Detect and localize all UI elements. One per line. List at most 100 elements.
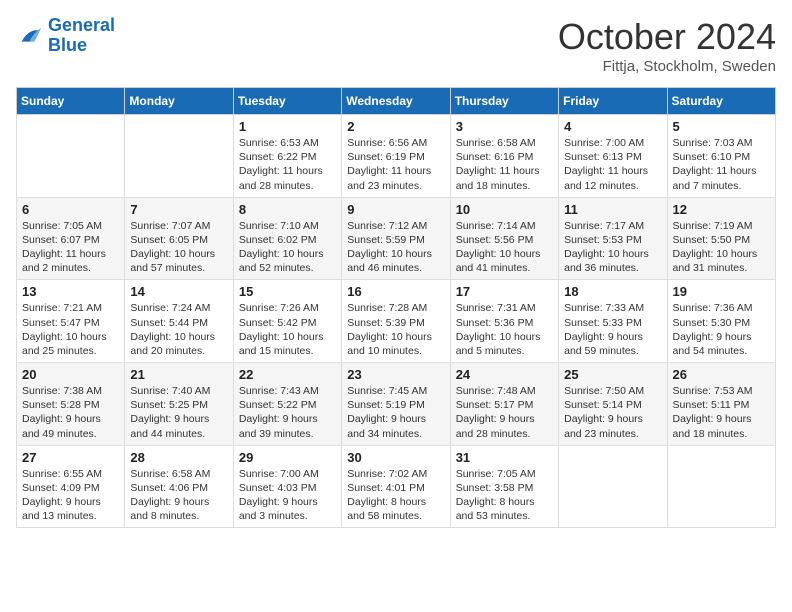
header-row: SundayMondayTuesdayWednesdayThursdayFrid… <box>17 88 776 115</box>
day-cell: 16Sunrise: 7:28 AM Sunset: 5:39 PM Dayli… <box>342 280 450 363</box>
day-number: 22 <box>239 367 336 382</box>
day-number: 26 <box>673 367 770 382</box>
week-row-5: 27 Sunrise: 6:55 AM Sunset: 4:09 PM Dayli… <box>17 445 776 528</box>
day-detail: Sunrise: 7:53 AM Sunset: 5:11 PM Dayligh… <box>673 384 770 441</box>
week-row-4: 20 Sunrise: 7:38 AM Sunset: 5:28 PM Dayli… <box>17 363 776 446</box>
day-cell: 4Sunrise: 7:00 AM Sunset: 6:13 PM Daylig… <box>559 115 667 198</box>
header-cell-monday: Monday <box>125 88 233 115</box>
day-number: 21 <box>130 367 227 382</box>
day-detail: Sunrise: 7:43 AM Sunset: 5:22 PM Dayligh… <box>239 384 336 441</box>
day-detail: Sunrise: 6:58 AM Sunset: 4:06 PM Dayligh… <box>130 467 227 524</box>
day-number: 20 <box>22 367 119 382</box>
day-number: 31 <box>456 450 553 465</box>
calendar-table: SundayMondayTuesdayWednesdayThursdayFrid… <box>16 87 776 528</box>
day-cell: 21Sunrise: 7:40 AM Sunset: 5:25 PM Dayli… <box>125 363 233 446</box>
day-cell: 30 Sunrise: 7:02 AM Sunset: 4:01 PM Dayli… <box>342 445 450 528</box>
day-cell: 17 Sunrise: 7:31 AM Sunset: 5:36 PM Dayli… <box>450 280 558 363</box>
day-detail: Sunrise: 7:26 AM Sunset: 5:42 PM Dayligh… <box>239 301 336 358</box>
day-cell: 1 Sunrise: 6:53 AM Sunset: 6:22 PM Daylig… <box>233 115 341 198</box>
logo-text: General Blue <box>48 16 115 56</box>
day-number: 8 <box>239 202 336 217</box>
day-detail: Sunrise: 7:31 AM Sunset: 5:36 PM Dayligh… <box>456 301 553 358</box>
logo: General Blue <box>16 16 115 56</box>
day-detail: Sunrise: 7:36 AM Sunset: 5:30 PM Dayligh… <box>673 301 770 358</box>
day-cell <box>559 445 667 528</box>
day-cell: 20 Sunrise: 7:38 AM Sunset: 5:28 PM Dayli… <box>17 363 125 446</box>
day-number: 1 <box>239 119 336 134</box>
day-number: 6 <box>22 202 119 217</box>
day-cell: 13Sunrise: 7:21 AM Sunset: 5:47 PM Dayli… <box>17 280 125 363</box>
day-cell: 8Sunrise: 7:10 AM Sunset: 6:02 PM Daylig… <box>233 197 341 280</box>
day-detail: Sunrise: 7:12 AM Sunset: 5:59 PM Dayligh… <box>347 219 444 276</box>
day-number: 2 <box>347 119 444 134</box>
day-cell: 5Sunrise: 7:03 AM Sunset: 6:10 PM Daylig… <box>667 115 775 198</box>
day-number: 16 <box>347 284 444 299</box>
day-cell: 25 Sunrise: 7:50 AM Sunset: 5:14 PM Dayli… <box>559 363 667 446</box>
day-cell: 19 Sunrise: 7:36 AM Sunset: 5:30 PM Dayli… <box>667 280 775 363</box>
day-cell: 24 Sunrise: 7:48 AM Sunset: 5:17 PM Dayli… <box>450 363 558 446</box>
day-detail: Sunrise: 7:19 AM Sunset: 5:50 PM Dayligh… <box>673 219 770 276</box>
day-detail: Sunrise: 6:55 AM Sunset: 4:09 PM Dayligh… <box>22 467 119 524</box>
day-number: 10 <box>456 202 553 217</box>
day-cell: 11 Sunrise: 7:17 AM Sunset: 5:53 PM Dayli… <box>559 197 667 280</box>
day-cell: 28Sunrise: 6:58 AM Sunset: 4:06 PM Dayli… <box>125 445 233 528</box>
day-number: 17 <box>456 284 553 299</box>
day-cell: 12 Sunrise: 7:19 AM Sunset: 5:50 PM Dayli… <box>667 197 775 280</box>
day-cell: 26 Sunrise: 7:53 AM Sunset: 5:11 PM Dayli… <box>667 363 775 446</box>
day-cell <box>667 445 775 528</box>
day-detail: Sunrise: 6:58 AM Sunset: 6:16 PM Dayligh… <box>456 136 553 193</box>
day-detail: Sunrise: 7:03 AM Sunset: 6:10 PM Dayligh… <box>673 136 770 193</box>
title-block: October 2024 Fittja, Stockholm, Sweden <box>558 16 776 75</box>
month-title: October 2024 <box>558 16 776 58</box>
day-detail: Sunrise: 7:14 AM Sunset: 5:56 PM Dayligh… <box>456 219 553 276</box>
day-number: 18 <box>564 284 661 299</box>
day-number: 13 <box>22 284 119 299</box>
day-detail: Sunrise: 6:53 AM Sunset: 6:22 PM Dayligh… <box>239 136 336 193</box>
day-cell: 10 Sunrise: 7:14 AM Sunset: 5:56 PM Dayli… <box>450 197 558 280</box>
day-number: 25 <box>564 367 661 382</box>
day-cell: 18 Sunrise: 7:33 AM Sunset: 5:33 PM Dayli… <box>559 280 667 363</box>
day-detail: Sunrise: 7:05 AM Sunset: 3:58 PM Dayligh… <box>456 467 553 524</box>
header-cell-sunday: Sunday <box>17 88 125 115</box>
day-number: 23 <box>347 367 444 382</box>
day-number: 7 <box>130 202 227 217</box>
header-cell-tuesday: Tuesday <box>233 88 341 115</box>
day-number: 4 <box>564 119 661 134</box>
day-number: 12 <box>673 202 770 217</box>
day-detail: Sunrise: 7:17 AM Sunset: 5:53 PM Dayligh… <box>564 219 661 276</box>
day-cell: 23 Sunrise: 7:45 AM Sunset: 5:19 PM Dayli… <box>342 363 450 446</box>
day-detail: Sunrise: 7:48 AM Sunset: 5:17 PM Dayligh… <box>456 384 553 441</box>
day-number: 19 <box>673 284 770 299</box>
day-number: 3 <box>456 119 553 134</box>
header-cell-thursday: Thursday <box>450 88 558 115</box>
day-cell: 22 Sunrise: 7:43 AM Sunset: 5:22 PM Dayli… <box>233 363 341 446</box>
week-row-3: 13Sunrise: 7:21 AM Sunset: 5:47 PM Dayli… <box>17 280 776 363</box>
day-cell: 3 Sunrise: 6:58 AM Sunset: 6:16 PM Daylig… <box>450 115 558 198</box>
header-cell-friday: Friday <box>559 88 667 115</box>
day-number: 27 <box>22 450 119 465</box>
day-detail: Sunrise: 7:45 AM Sunset: 5:19 PM Dayligh… <box>347 384 444 441</box>
day-detail: Sunrise: 7:05 AM Sunset: 6:07 PM Dayligh… <box>22 219 119 276</box>
location: Fittja, Stockholm, Sweden <box>558 58 776 75</box>
day-cell <box>17 115 125 198</box>
day-cell: 2 Sunrise: 6:56 AM Sunset: 6:19 PM Daylig… <box>342 115 450 198</box>
day-detail: Sunrise: 7:00 AM Sunset: 4:03 PM Dayligh… <box>239 467 336 524</box>
day-cell: 7Sunrise: 7:07 AM Sunset: 6:05 PM Daylig… <box>125 197 233 280</box>
day-detail: Sunrise: 6:56 AM Sunset: 6:19 PM Dayligh… <box>347 136 444 193</box>
day-number: 24 <box>456 367 553 382</box>
day-cell: 15 Sunrise: 7:26 AM Sunset: 5:42 PM Dayli… <box>233 280 341 363</box>
day-detail: Sunrise: 7:50 AM Sunset: 5:14 PM Dayligh… <box>564 384 661 441</box>
day-number: 11 <box>564 202 661 217</box>
day-number: 29 <box>239 450 336 465</box>
day-detail: Sunrise: 7:33 AM Sunset: 5:33 PM Dayligh… <box>564 301 661 358</box>
day-number: 30 <box>347 450 444 465</box>
page-header: General Blue October 2024 Fittja, Stockh… <box>16 16 776 75</box>
day-detail: Sunrise: 7:02 AM Sunset: 4:01 PM Dayligh… <box>347 467 444 524</box>
week-row-2: 6 Sunrise: 7:05 AM Sunset: 6:07 PM Daylig… <box>17 197 776 280</box>
day-cell: 6 Sunrise: 7:05 AM Sunset: 6:07 PM Daylig… <box>17 197 125 280</box>
day-cell: 29 Sunrise: 7:00 AM Sunset: 4:03 PM Dayli… <box>233 445 341 528</box>
day-cell <box>125 115 233 198</box>
day-cell: 27 Sunrise: 6:55 AM Sunset: 4:09 PM Dayli… <box>17 445 125 528</box>
day-number: 15 <box>239 284 336 299</box>
day-detail: Sunrise: 7:38 AM Sunset: 5:28 PM Dayligh… <box>22 384 119 441</box>
